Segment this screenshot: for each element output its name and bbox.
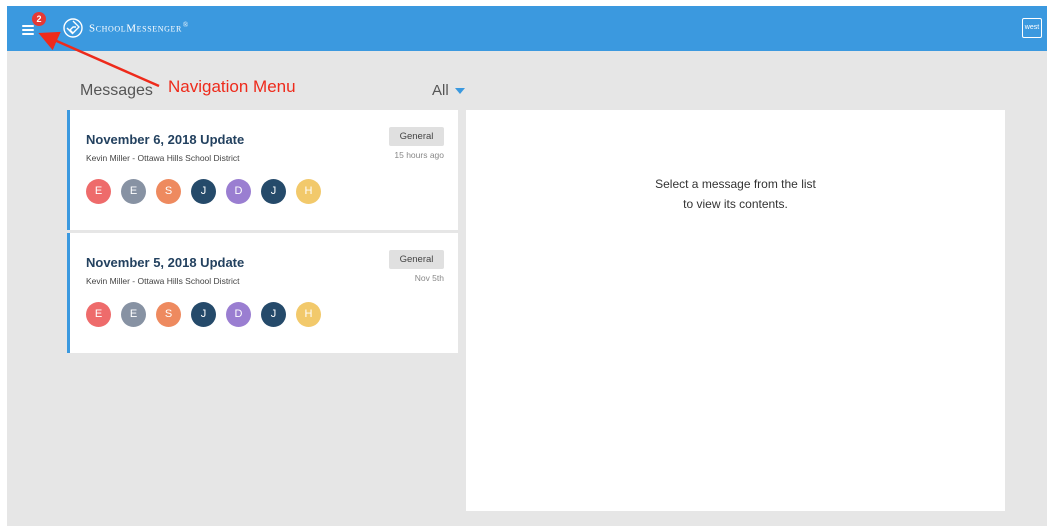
recipient-avatar: S <box>156 302 181 327</box>
message-title: November 5, 2018 Update <box>86 255 245 270</box>
recipient-avatar: S <box>156 179 181 204</box>
recipient-avatars: E E S J D J H <box>86 179 331 204</box>
schoolmessenger-logo-icon <box>63 18 83 38</box>
empty-state-line: Select a message from the list <box>655 177 816 191</box>
registered-mark: ® <box>182 21 189 30</box>
annotation-label: Navigation Menu <box>168 77 296 96</box>
recipient-avatar: H <box>296 302 321 327</box>
messages-heading: Messages <box>80 82 153 99</box>
recipient-avatar: E <box>121 302 146 327</box>
message-detail-pane: Select a message from the list to view i… <box>466 110 1005 511</box>
recipient-avatar: E <box>86 302 111 327</box>
chevron-down-icon <box>454 87 465 94</box>
recipient-avatar: E <box>86 179 111 204</box>
brand-name-text: SchoolMessenger <box>89 22 182 35</box>
hamburger-icon-line <box>22 29 34 31</box>
empty-state-text: Select a message from the list to view i… <box>466 174 1005 214</box>
top-bar: 2 SchoolMessenger® west <box>7 6 1047 51</box>
recipient-avatar: J <box>191 179 216 204</box>
message-author: Kevin Miller - Ottawa Hills School Distr… <box>86 153 240 163</box>
app-frame: 2 SchoolMessenger® west Navigation Menu … <box>7 6 1047 526</box>
recipient-avatar: J <box>261 302 286 327</box>
message-category-tag: General <box>389 250 444 269</box>
empty-state-line: to view its contents. <box>683 197 788 211</box>
recipient-avatar: J <box>261 179 286 204</box>
recipient-avatar: J <box>191 302 216 327</box>
message-list-item[interactable]: November 6, 2018 Update Kevin Miller - O… <box>67 110 458 230</box>
message-timestamp: Nov 5th <box>414 273 444 283</box>
message-category-tag: General <box>389 127 444 146</box>
recipient-avatar: E <box>121 179 146 204</box>
recipient-avatar: D <box>226 302 251 327</box>
brand-logo-link[interactable]: SchoolMessenger® <box>63 16 189 40</box>
brand-name: SchoolMessenger® <box>89 21 189 35</box>
recipient-avatar: D <box>226 179 251 204</box>
message-timestamp: 15 hours ago <box>394 150 444 160</box>
notification-count-badge: 2 <box>32 12 46 26</box>
message-list-item[interactable]: November 5, 2018 Update Kevin Miller - O… <box>67 233 458 353</box>
recipient-avatars: E E S J D J H <box>86 302 331 327</box>
user-account-button[interactable]: west <box>1022 18 1042 38</box>
hamburger-icon <box>22 25 34 27</box>
filter-selected-value: All <box>432 82 449 99</box>
recipient-avatar: H <box>296 179 321 204</box>
message-list: November 6, 2018 Update Kevin Miller - O… <box>67 110 458 356</box>
hamburger-icon-line <box>22 33 34 35</box>
message-filter-dropdown[interactable]: All <box>432 82 465 99</box>
message-title: November 6, 2018 Update <box>86 132 245 147</box>
message-author: Kevin Miller - Ottawa Hills School Distr… <box>86 276 240 286</box>
